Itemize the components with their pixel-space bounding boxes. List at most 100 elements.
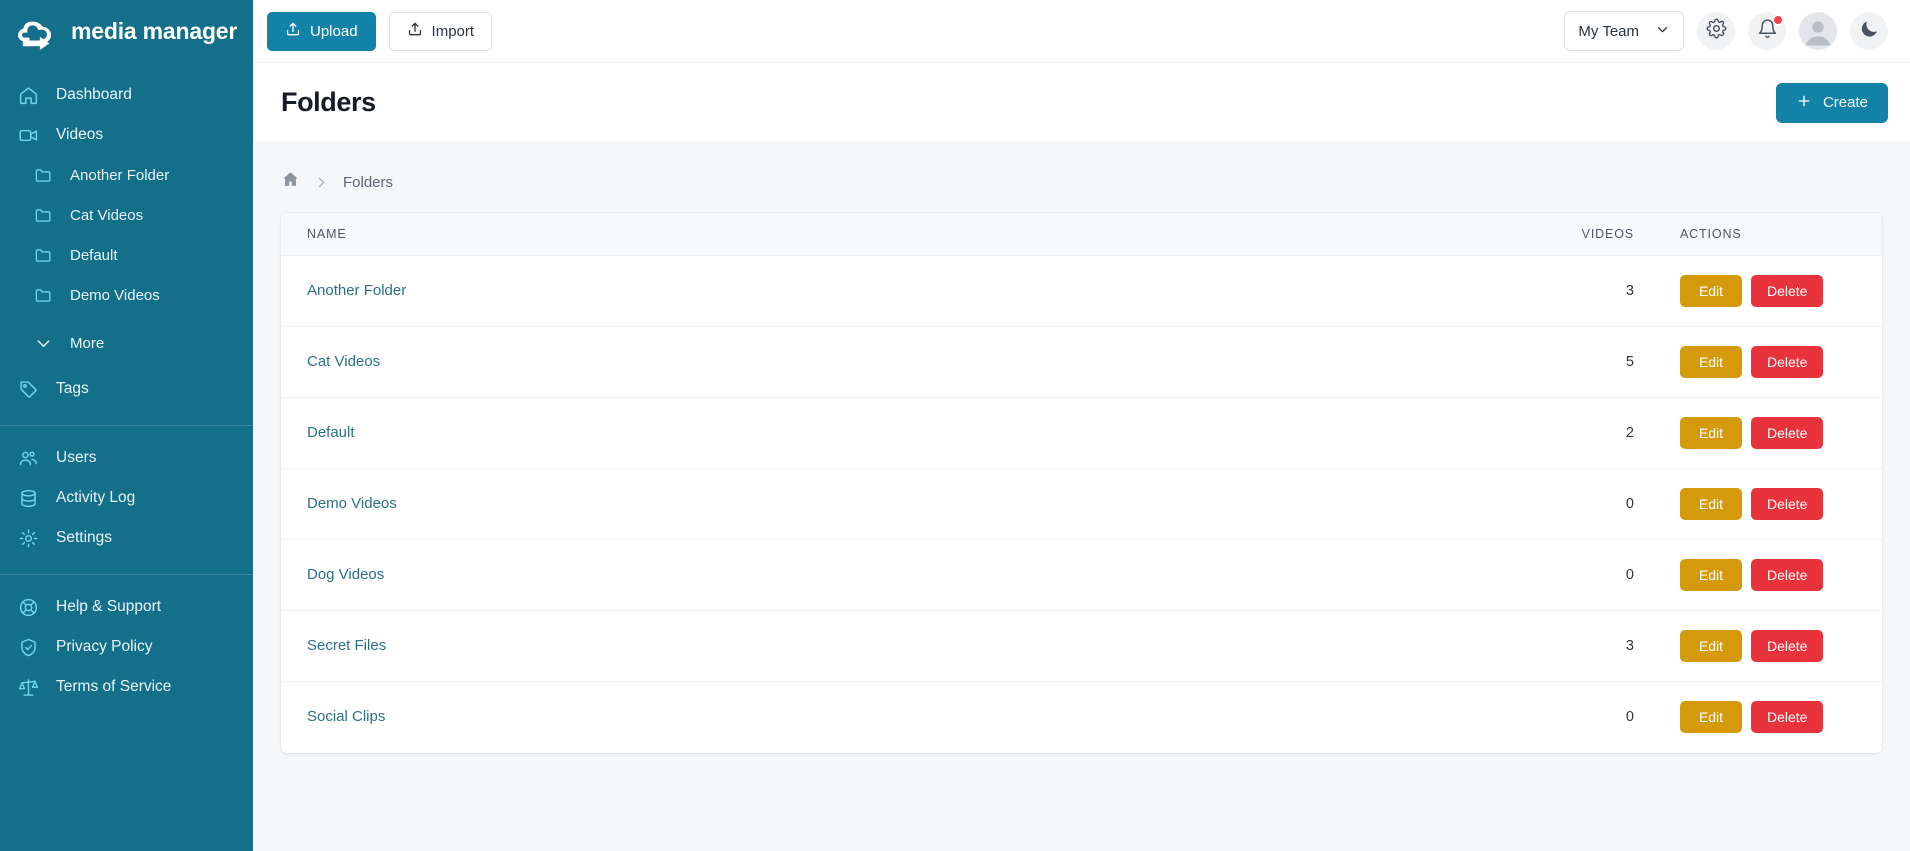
folders-table: NAME VIDEOS ACTIONS Another Folder 3 Edi…	[281, 213, 1882, 753]
settings-button[interactable]	[1697, 12, 1735, 50]
table-row: Demo Videos 0 Edit Delete	[281, 468, 1882, 540]
upload-icon	[285, 21, 301, 41]
sidebar-item-label: Privacy Policy	[56, 638, 153, 655]
tag-icon	[17, 378, 40, 401]
avatar[interactable]	[1799, 12, 1837, 50]
lifebuoy-icon	[17, 596, 40, 619]
create-button[interactable]: Create	[1775, 82, 1888, 123]
cell-videos: 3	[1512, 610, 1652, 682]
sidebar-item-users[interactable]: Users	[0, 438, 253, 478]
delete-button[interactable]: Delete	[1751, 346, 1824, 378]
folders-table-card: NAME VIDEOS ACTIONS Another Folder 3 Edi…	[281, 213, 1882, 753]
sidebar-item-another-folder[interactable]: Another Folder	[0, 155, 253, 195]
cell-videos: 0	[1625, 709, 1634, 726]
sidebar-item-settings[interactable]: Settings	[0, 518, 253, 558]
team-selector[interactable]: My Team	[1564, 11, 1684, 51]
moon-icon	[1859, 18, 1880, 44]
cell-videos: 3	[1512, 255, 1652, 327]
sidebar-item-videos[interactable]: Videos	[0, 115, 253, 155]
breadcrumb-home-icon[interactable]	[281, 170, 300, 194]
sidebar: media manager Dashboard Videos Another F…	[0, 0, 253, 851]
content-area: Folders NAME VIDEOS ACTIONS Another Fold…	[253, 143, 1910, 851]
sidebar-item-dashboard[interactable]: Dashboard	[0, 75, 253, 115]
notifications-button[interactable]	[1748, 12, 1786, 50]
sidebar-item-label: Another Folder	[70, 166, 170, 184]
cell-actions: Edit Delete	[1652, 610, 1882, 682]
notification-badge	[1773, 15, 1783, 25]
main-area: Upload Import My Team Folders Create Fol…	[253, 0, 1910, 851]
cell-videos: 0	[1512, 539, 1652, 611]
delete-button[interactable]: Delete	[1751, 559, 1824, 591]
delete-button[interactable]: Delete	[1751, 701, 1824, 734]
gear-icon	[1706, 18, 1727, 44]
folder-link[interactable]: Default	[281, 424, 355, 441]
import-button-label: Import	[431, 22, 475, 40]
sidebar-item-terms-of-service[interactable]: Terms of Service	[0, 667, 253, 707]
table-row: Cat Videos 5 Edit Delete	[281, 326, 1882, 398]
import-button[interactable]: Import	[388, 11, 493, 51]
chevron-right-icon	[314, 175, 329, 190]
edit-button[interactable]: Edit	[1680, 701, 1742, 734]
brand[interactable]: media manager	[0, 0, 253, 63]
sidebar-item-help-support[interactable]: Help & Support	[0, 587, 253, 627]
edit-button[interactable]: Edit	[1680, 275, 1742, 307]
page-title: Folders	[281, 87, 376, 117]
sidebar-item-label: Dashboard	[56, 86, 132, 103]
cell-actions: Edit Delete	[1652, 326, 1882, 398]
cell-actions: Edit Delete	[1652, 255, 1882, 327]
sidebar-item-activity-log[interactable]: Activity Log	[0, 478, 253, 518]
folder-icon	[33, 164, 54, 187]
folder-link[interactable]: Demo Videos	[281, 495, 397, 512]
cell-name: Social Clips	[281, 682, 1512, 753]
sidebar-item-label: Activity Log	[56, 489, 136, 506]
delete-button[interactable]: Delete	[1751, 630, 1824, 662]
edit-button[interactable]: Edit	[1680, 346, 1742, 378]
column-header-actions: ACTIONS	[1652, 213, 1882, 256]
avatar-icon	[1799, 12, 1837, 50]
sidebar-item-default[interactable]: Default	[0, 235, 253, 275]
breadcrumb: Folders	[281, 165, 1882, 199]
table-row: Default 2 Edit Delete	[281, 397, 1882, 469]
users-icon	[17, 447, 40, 470]
table-header-row: NAME VIDEOS ACTIONS	[281, 213, 1882, 256]
sidebar-nav: Dashboard Videos Another Folder Cat Vide…	[0, 63, 253, 707]
edit-button[interactable]: Edit	[1680, 559, 1742, 591]
edit-button[interactable]: Edit	[1680, 417, 1742, 449]
cell-name: Demo Videos	[281, 468, 1512, 540]
sidebar-item-label: More	[70, 334, 105, 352]
sidebar-item-more[interactable]: More	[0, 323, 253, 363]
folder-link[interactable]: Dog Videos	[281, 566, 384, 583]
cell-actions: Edit Delete	[1652, 682, 1882, 753]
sidebar-item-privacy-policy[interactable]: Privacy Policy	[0, 627, 253, 667]
chevron-down-icon	[1655, 22, 1670, 41]
cell-videos: 0	[1512, 468, 1652, 540]
folder-icon	[33, 284, 54, 307]
folder-icon	[33, 244, 54, 267]
sidebar-item-cat-videos[interactable]: Cat Videos	[0, 195, 253, 235]
edit-button[interactable]: Edit	[1680, 630, 1742, 662]
folder-link[interactable]: Secret Files	[281, 637, 386, 654]
shield-check-icon	[17, 636, 40, 659]
edit-button[interactable]: Edit	[1680, 488, 1742, 520]
column-header-name: NAME	[281, 213, 1512, 256]
sidebar-item-tags[interactable]: Tags	[0, 369, 253, 409]
upload-button[interactable]: Upload	[267, 11, 376, 51]
breadcrumb-current[interactable]: Folders	[343, 174, 393, 191]
topbar: Upload Import My Team	[253, 0, 1910, 63]
delete-button[interactable]: Delete	[1751, 488, 1824, 520]
page-header: Folders Create	[253, 63, 1910, 143]
folder-link[interactable]: Another Folder	[281, 282, 406, 299]
chevron-down-icon	[33, 332, 54, 355]
upload-button-label: Upload	[310, 22, 358, 40]
table-row: Social Clips 0 Edit Delete	[281, 682, 1882, 753]
folder-link[interactable]: Social Clips	[281, 708, 385, 725]
sidebar-item-demo-videos[interactable]: Demo Videos	[0, 275, 253, 315]
delete-button[interactable]: Delete	[1751, 275, 1824, 307]
folder-link[interactable]: Cat Videos	[281, 353, 380, 370]
delete-button[interactable]: Delete	[1751, 417, 1824, 449]
app-root: media manager Dashboard Videos Another F…	[0, 0, 1910, 851]
theme-toggle-button[interactable]	[1850, 12, 1888, 50]
scales-icon	[17, 676, 40, 699]
team-selector-label: My Team	[1578, 22, 1639, 40]
